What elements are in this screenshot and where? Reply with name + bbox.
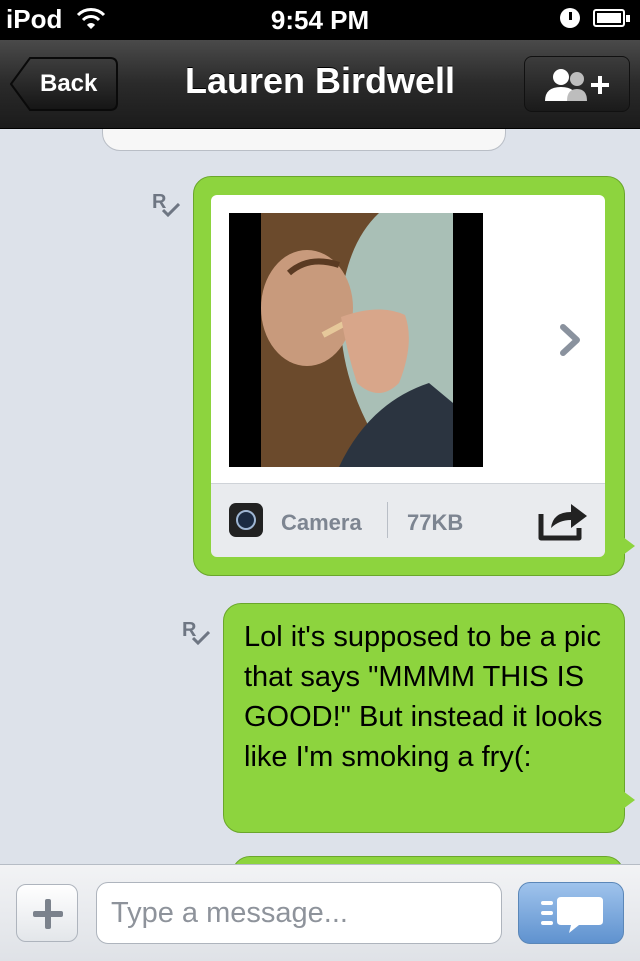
add-contact-button[interactable] (524, 56, 630, 112)
photo-thumbnail[interactable] (229, 213, 483, 467)
navigation-bar: Back Lauren Birdwell (0, 40, 640, 129)
photo-card-footer: Camera 77KB (211, 483, 605, 557)
photo-image (261, 213, 453, 467)
alarm-icon (560, 8, 580, 28)
text-bubble-tail (623, 791, 635, 809)
previous-message-bubble[interactable] (102, 129, 506, 151)
next-message-bubble[interactable] (232, 856, 624, 864)
footer-divider (387, 502, 388, 538)
read-receipt-icon: R (152, 191, 180, 217)
attach-button[interactable] (16, 884, 78, 942)
status-time: 9:54 PM (270, 5, 370, 35)
plus-icon (33, 899, 63, 929)
photo-message-bubble[interactable]: Camera 77KB (193, 176, 625, 576)
read-checkmark-icon (192, 631, 210, 645)
chevron-right-icon[interactable] (557, 323, 583, 357)
send-chat-icon (541, 897, 603, 933)
photo-bubble-tail (623, 537, 635, 555)
back-button[interactable]: Back (10, 56, 118, 112)
message-text: Lol it's supposed to be a pic that says … (244, 621, 603, 773)
photo-size-label: 77KB (407, 510, 464, 535)
conversation-thread[interactable]: R Camera 77KB R Lol it's supposed to be … (0, 129, 640, 864)
add-contact-icon (545, 69, 609, 101)
photo-source-label: Camera (281, 510, 362, 535)
battery-icon (593, 9, 630, 27)
back-button-label: Back (40, 70, 98, 97)
read-receipt-icon: R (182, 619, 210, 645)
share-icon[interactable] (537, 498, 589, 542)
message-input-bar (0, 864, 640, 961)
message-input[interactable] (96, 882, 502, 944)
page-title: Lauren Birdwell (184, 60, 456, 101)
send-button[interactable] (518, 882, 624, 944)
status-bar: iPod 9:54 PM (0, 0, 640, 40)
camera-icon (229, 503, 263, 537)
photo-card[interactable]: Camera 77KB (211, 195, 605, 557)
read-checkmark-icon (162, 203, 180, 217)
text-message-bubble[interactable]: Lol it's supposed to be a pic that says … (223, 603, 625, 833)
